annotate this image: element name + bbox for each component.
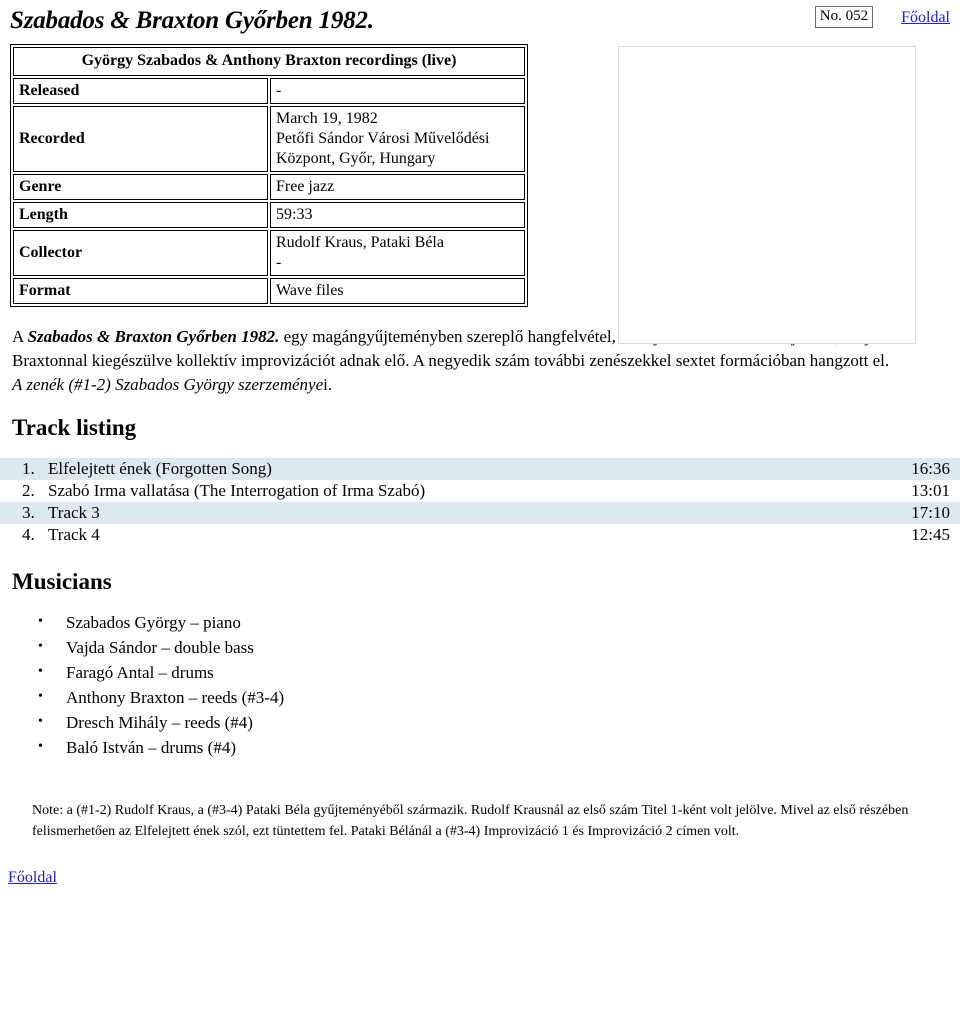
description-credit: A zenék (#1-2) Szabados György szerzemén… xyxy=(12,375,324,394)
info-area: György Szabados & Anthony Braxton record… xyxy=(0,44,960,344)
table-row: Length 59:33 xyxy=(13,202,525,228)
note-paragraph: Note: a (#1-2) Rudolf Kraus, a (#3-4) Pa… xyxy=(32,803,909,839)
album-detail-page: Szabados & Braxton Győrben 1982. No. 052… xyxy=(0,0,960,1035)
info-value-collector-line1: Rudolf Kraus, Pataki Béla xyxy=(276,234,444,251)
info-value-length: 59:33 xyxy=(270,202,525,228)
info-value-genre-line1: Free jazz xyxy=(276,178,335,195)
info-label-collector: Collector xyxy=(13,230,268,276)
page-header: Szabados & Braxton Győrben 1982. No. 052… xyxy=(0,0,960,44)
list-item: Anthony Braxton – reeds (#3-4) xyxy=(38,684,960,710)
track-duration: 13:01 xyxy=(911,481,950,500)
track-title: Track 3 xyxy=(48,503,100,522)
list-item: 4. Track 4 12:45 xyxy=(0,524,960,546)
info-label-length: Length xyxy=(13,202,268,228)
description-album-title: Szabados & Braxton Győrben 1982. xyxy=(27,327,280,346)
list-item: Szabados György – piano xyxy=(38,609,960,635)
track-title: Elfelejtett ének (Forgotten Song) xyxy=(48,459,272,478)
home-link-top[interactable]: Főoldal xyxy=(901,8,950,27)
table-row: Recorded March 19, 1982 Petőfi Sándor Vá… xyxy=(13,106,525,172)
track-duration: 17:10 xyxy=(911,503,950,522)
track-number: 3. xyxy=(22,503,35,522)
table-row: Released - xyxy=(13,78,525,104)
info-value-recorded-line2: Petőfi Sándor Városi Művelődési Központ,… xyxy=(276,130,490,167)
track-number: 2. xyxy=(22,481,35,500)
track-duration: 16:36 xyxy=(911,459,950,478)
list-item: Baló István – drums (#4) xyxy=(38,734,960,760)
info-value-released-line1: - xyxy=(276,82,282,99)
track-title: Szabó Irma vallatása (The Interrogation … xyxy=(48,481,426,500)
info-label-released: Released xyxy=(13,78,268,104)
table-row: Genre Free jazz xyxy=(13,174,525,200)
info-label-recorded: Recorded xyxy=(13,106,268,172)
info-label-genre: Genre xyxy=(13,174,268,200)
description-prefix: A xyxy=(12,327,28,346)
info-table-caption: György Szabados & Anthony Braxton record… xyxy=(13,47,525,76)
page-title: Szabados & Braxton Győrben 1982. xyxy=(10,7,374,34)
recording-info-table-body: György Szabados & Anthony Braxton record… xyxy=(13,47,525,304)
record-number-badge: No. 052 xyxy=(814,6,874,28)
track-list: 1. Elfelejtett ének (Forgotten Song) 16:… xyxy=(0,458,960,546)
list-item: 2. Szabó Irma vallatása (The Interrogati… xyxy=(0,480,960,502)
info-value-format-line1: Wave files xyxy=(276,282,344,299)
info-value-recorded: March 19, 1982 Petőfi Sándor Városi Műve… xyxy=(270,106,525,172)
info-value-genre: Free jazz xyxy=(270,174,525,200)
info-value-released: - xyxy=(270,78,525,104)
info-value-collector: Rudolf Kraus, Pataki Béla - xyxy=(270,230,525,276)
track-number: 1. xyxy=(22,459,35,478)
track-listing-heading: Track listing xyxy=(12,415,137,440)
recording-info-table: György Szabados & Anthony Braxton record… xyxy=(10,44,528,307)
info-value-recorded-line1: March 19, 1982 xyxy=(276,110,378,127)
list-item: Vajda Sándor – double bass xyxy=(38,634,960,660)
list-item: 3. Track 3 17:10 xyxy=(0,502,960,524)
info-value-collector-line2: - xyxy=(276,254,282,271)
table-row: Format Wave files xyxy=(13,278,525,304)
track-title: Track 4 xyxy=(48,525,100,544)
home-link-bottom[interactable]: Főoldal xyxy=(8,869,57,886)
list-item: 1. Elfelejtett ének (Forgotten Song) 16:… xyxy=(0,458,960,480)
list-item: Faragó Antal – drums xyxy=(38,659,960,685)
info-label-format: Format xyxy=(13,278,268,304)
musicians-heading: Musicians xyxy=(12,569,112,594)
page-footer: Főoldal xyxy=(0,868,960,887)
info-value-length-line1: 59:33 xyxy=(276,206,313,223)
cover-image-placeholder xyxy=(618,46,916,344)
musician-list: Szabados György – piano Vajda Sándor – d… xyxy=(0,609,960,760)
info-value-format: Wave files xyxy=(270,278,525,304)
header-actions: No. 052 Főoldal xyxy=(814,6,950,28)
list-item: Dresch Mihály – reeds (#4) xyxy=(38,709,960,735)
table-row-caption: György Szabados & Anthony Braxton record… xyxy=(13,47,525,76)
table-row: Collector Rudolf Kraus, Pataki Béla - xyxy=(13,230,525,276)
track-number: 4. xyxy=(22,525,35,544)
track-duration: 12:45 xyxy=(911,525,950,544)
description-credit-tail: i. xyxy=(323,375,333,394)
